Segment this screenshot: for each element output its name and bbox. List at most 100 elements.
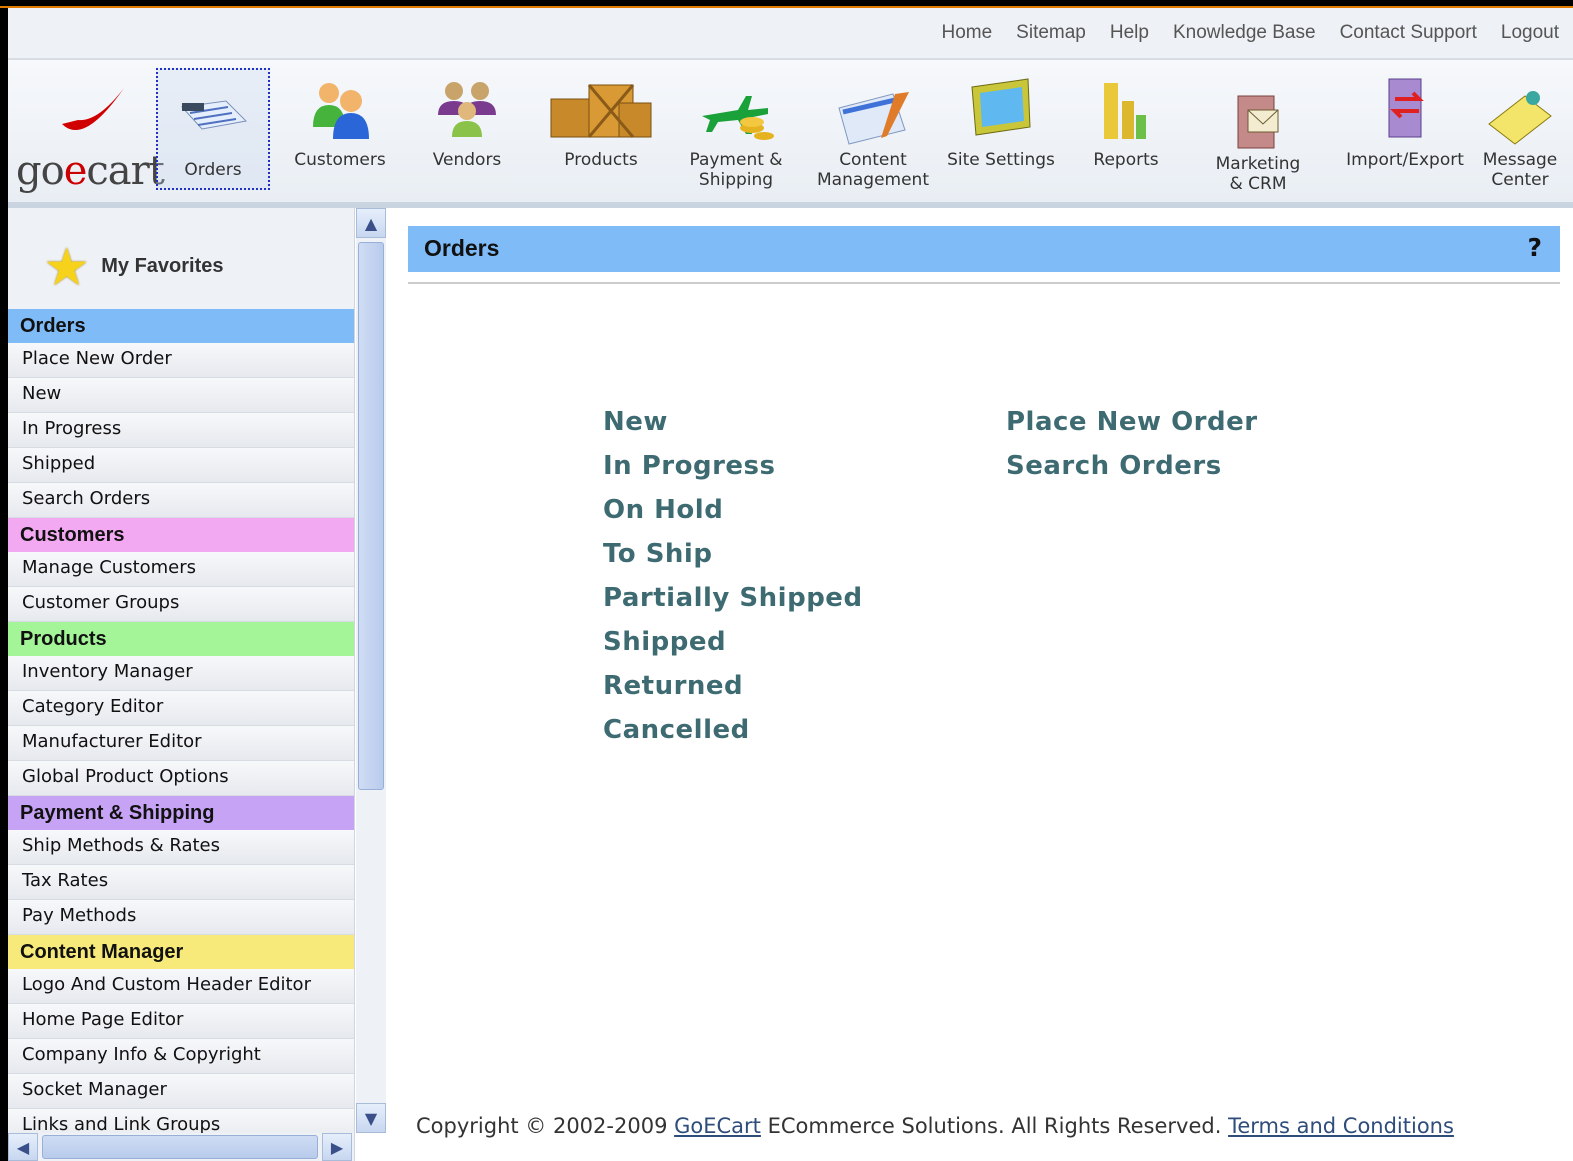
logo-text-cart: cart — [86, 148, 164, 194]
sidebar-section-payment-shipping[interactable]: Payment & Shipping — [8, 796, 354, 830]
sidebar: ★ My Favorites Orders Place New Order New I… — [8, 208, 355, 1161]
top-link-knowledge-base[interactable]: Knowledge Base — [1173, 22, 1316, 44]
link-to-ship[interactable]: To Ship — [603, 536, 863, 580]
app-frame: Home Sitemap Help Knowledge Base Contact… — [8, 8, 1573, 1161]
scroll-right-icon[interactable]: ▶ — [322, 1133, 352, 1161]
toolbar-payment-shipping-label: Payment & Shipping — [689, 150, 783, 190]
scroll-left-icon[interactable]: ◀ — [8, 1133, 38, 1161]
import-export-icon — [1365, 70, 1445, 146]
divider — [408, 282, 1560, 284]
message-center-icon — [1480, 90, 1560, 146]
marketing-crm-icon — [1218, 90, 1298, 150]
order-status-links: New In Progress On Hold To Ship Partiall… — [603, 404, 863, 756]
toolbar-orders-label: Orders — [184, 160, 242, 180]
link-place-new-order[interactable]: Place New Order — [1006, 404, 1258, 448]
footer-company-link[interactable]: GoECart — [674, 1114, 761, 1138]
top-border — [0, 0, 1573, 8]
scroll-down-icon[interactable]: ▼ — [356, 1103, 386, 1133]
toolbar-vendors-label: Vendors — [432, 150, 502, 170]
sidebar-item-shipped[interactable]: Shipped — [8, 448, 354, 483]
goecart-logo[interactable]: goecart — [16, 84, 165, 194]
sidebar-section-products[interactable]: Products — [8, 622, 354, 656]
sidebar-item-ship-methods-rates[interactable]: Ship Methods & Rates — [8, 830, 354, 865]
toolbar-content-management[interactable]: Content Management — [816, 90, 930, 190]
sidebar-item-search-orders[interactable]: Search Orders — [8, 483, 354, 518]
top-link-contact-support[interactable]: Contact Support — [1340, 22, 1477, 44]
footer-copyright: Copyright © 2002-2009 — [416, 1114, 675, 1138]
star-icon: ★ — [46, 240, 88, 293]
sidebar-item-manage-customers[interactable]: Manage Customers — [8, 552, 354, 587]
my-favorites[interactable]: ★ My Favorites — [8, 224, 354, 309]
toolbar-marketing-crm-label: Marketing & CRM — [1215, 154, 1301, 194]
scroll-up-icon[interactable]: ▲ — [356, 208, 386, 238]
logo-swoosh-icon — [62, 88, 124, 131]
link-cancelled[interactable]: Cancelled — [603, 712, 863, 756]
sidebar-item-category-editor[interactable]: Category Editor — [8, 691, 354, 726]
toolbar-products[interactable]: Products — [548, 70, 654, 170]
sidebar-section-content-manager[interactable]: Content Manager — [8, 935, 354, 969]
toolbar-products-label: Products — [564, 150, 638, 170]
toolbar-reports[interactable]: Reports — [1084, 70, 1168, 170]
top-link-sitemap[interactable]: Sitemap — [1016, 22, 1086, 44]
link-in-progress[interactable]: In Progress — [603, 448, 863, 492]
help-icon[interactable]: ? — [1527, 233, 1542, 262]
logo-text-go: go — [16, 148, 65, 194]
sidebar-item-home-page-editor[interactable]: Home Page Editor — [8, 1004, 354, 1039]
sidebar-item-in-progress[interactable]: In Progress — [8, 413, 354, 448]
toolbar-import-export[interactable]: Import/Export — [1342, 70, 1468, 170]
sidebar-item-place-new-order[interactable]: Place New Order — [8, 343, 354, 378]
link-on-hold[interactable]: On Hold — [603, 492, 863, 536]
toolbar-site-settings-label: Site Settings — [947, 150, 1055, 170]
toolbar-customers-label: Customers — [294, 150, 386, 170]
products-icon — [548, 70, 654, 146]
toolbar-import-export-label: Import/Export — [1346, 150, 1464, 170]
hscroll-thumb[interactable] — [42, 1135, 318, 1159]
footer: Copyright © 2002-2009 GoECart ECommerce … — [416, 1114, 1454, 1138]
reports-icon — [1086, 70, 1166, 146]
toolbar-payment-shipping[interactable]: Payment & Shipping — [684, 90, 788, 190]
sidebar-section-orders[interactable]: Orders — [8, 309, 354, 343]
sidebar-item-new[interactable]: New — [8, 378, 354, 413]
sidebar-horizontal-scrollbar[interactable]: ◀ ▶ — [8, 1133, 354, 1161]
sidebar-item-logo-and-custom-header-editor[interactable]: Logo And Custom Header Editor — [8, 969, 354, 1004]
orders-icon — [173, 80, 253, 156]
link-shipped[interactable]: Shipped — [603, 624, 863, 668]
customers-icon — [300, 70, 380, 146]
sidebar-item-customer-groups[interactable]: Customer Groups — [8, 587, 354, 622]
site-settings-icon — [961, 70, 1041, 146]
page-title-bar: Orders ? — [408, 226, 1560, 272]
toolbar-marketing-crm[interactable]: Marketing & CRM — [1210, 90, 1306, 194]
link-search-orders[interactable]: Search Orders — [1006, 448, 1258, 492]
sidebar-section-customers[interactable]: Customers — [8, 518, 354, 552]
link-partially-shipped[interactable]: Partially Shipped — [603, 580, 863, 624]
toolbar-customers[interactable]: Customers — [290, 70, 390, 170]
order-action-links: Place New Order Search Orders — [1006, 404, 1258, 492]
link-new[interactable]: New — [603, 404, 863, 448]
logo-text-e: e — [63, 148, 88, 194]
toolbar-site-settings[interactable]: Site Settings — [946, 70, 1056, 170]
vendors-icon — [427, 70, 507, 146]
sidebar-item-global-product-options[interactable]: Global Product Options — [8, 761, 354, 796]
module-toolbar: goecart Orders Customers Vendors Product — [8, 60, 1573, 208]
link-returned[interactable]: Returned — [603, 668, 863, 712]
top-link-logout[interactable]: Logout — [1501, 22, 1559, 44]
scroll-thumb[interactable] — [358, 242, 384, 790]
sidebar-item-pay-methods[interactable]: Pay Methods — [8, 900, 354, 935]
sidebar-item-tax-rates[interactable]: Tax Rates — [8, 865, 354, 900]
footer-terms-link[interactable]: Terms and Conditions — [1228, 1114, 1454, 1138]
toolbar-vendors[interactable]: Vendors — [420, 70, 514, 170]
top-nav: Home Sitemap Help Knowledge Base Contact… — [8, 8, 1573, 60]
sidebar-item-inventory-manager[interactable]: Inventory Manager — [8, 656, 354, 691]
toolbar-reports-label: Reports — [1093, 150, 1159, 170]
top-link-home[interactable]: Home — [941, 22, 992, 44]
top-link-help[interactable]: Help — [1110, 22, 1149, 44]
my-favorites-label: My Favorites — [101, 255, 224, 277]
sidebar-item-socket-manager[interactable]: Socket Manager — [8, 1074, 354, 1109]
payment-shipping-icon — [696, 90, 776, 146]
sidebar-item-manufacturer-editor[interactable]: Manufacturer Editor — [8, 726, 354, 761]
sidebar-vertical-scrollbar[interactable]: ▲ ▼ — [356, 208, 386, 1133]
toolbar-message-center[interactable]: Message Center — [1478, 90, 1562, 190]
toolbar-message-center-label: Message Center — [1482, 150, 1558, 190]
toolbar-orders[interactable]: Orders — [156, 68, 270, 190]
sidebar-item-company-info-copyright[interactable]: Company Info & Copyright — [8, 1039, 354, 1074]
